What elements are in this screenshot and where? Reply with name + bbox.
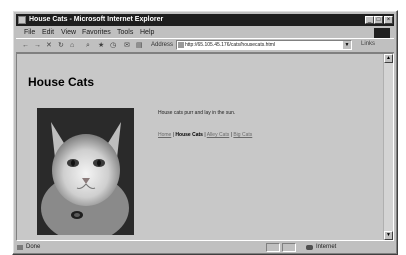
scroll-down-icon[interactable]: ▼ — [384, 231, 393, 240]
history-icon[interactable]: ◷ — [110, 41, 116, 50]
status-cell — [266, 243, 280, 252]
nav-link-home[interactable]: Home — [158, 132, 171, 138]
ie-logo-icon — [18, 16, 26, 24]
print-icon[interactable]: ▤ — [136, 41, 143, 50]
internet-zone-icon — [306, 245, 313, 250]
search-icon[interactable]: ⌕ — [86, 41, 90, 50]
status-text: Done — [26, 244, 41, 250]
menu-tools[interactable]: Tools — [117, 27, 133, 38]
nav-link-big-cats[interactable]: Big Cats — [233, 132, 252, 138]
address-url: http://65.105.45.176/cats/housecats.html — [185, 42, 276, 48]
maximize-button[interactable]: □ — [374, 16, 383, 24]
back-icon[interactable]: ← — [22, 41, 29, 50]
page-content: House Cats House cats purr and lay in th… — [16, 53, 394, 241]
menu-favorites[interactable]: Favorites — [82, 27, 111, 38]
nav-link-alley-cats[interactable]: Alley Cats — [207, 132, 230, 138]
status-cell — [282, 243, 296, 252]
site-nav: Home | House Cats | Alley Cats | Big Cat… — [158, 132, 252, 138]
close-button[interactable]: × — [384, 16, 393, 24]
window-title: House Cats - Microsoft Internet Explorer — [29, 16, 164, 23]
cat-photo — [37, 108, 134, 235]
vertical-scrollbar[interactable]: ▲ ▼ — [383, 54, 393, 240]
menu-view[interactable]: View — [61, 27, 76, 38]
page-done-icon — [17, 245, 23, 250]
chevron-down-icon[interactable]: ▼ — [343, 41, 351, 49]
menu-edit[interactable]: Edit — [42, 27, 54, 38]
ie-throbber-icon — [374, 28, 390, 38]
favorites-icon[interactable]: ★ — [98, 41, 104, 50]
toolbar: ← → ✕ ↻ ⌂ ⌕ ★ ◷ ✉ ▤ Address http://65.10… — [16, 38, 394, 53]
menu-help[interactable]: Help — [140, 27, 154, 38]
minimize-button[interactable]: _ — [365, 16, 374, 24]
forward-icon[interactable]: → — [34, 41, 41, 50]
page-title: House Cats — [28, 75, 95, 89]
address-field[interactable]: http://65.105.45.176/cats/housecats.html… — [176, 40, 352, 50]
menu-bar: File Edit View Favorites Tools Help — [16, 27, 394, 38]
page-description: House cats purr and lay in the sun. — [158, 110, 236, 116]
scroll-up-icon[interactable]: ▲ — [384, 54, 393, 63]
browser-window: House Cats - Microsoft Internet Explorer… — [12, 10, 398, 255]
title-bar[interactable]: House Cats - Microsoft Internet Explorer… — [16, 14, 394, 26]
links-button[interactable]: Links — [361, 41, 375, 47]
refresh-icon[interactable]: ↻ — [58, 41, 64, 50]
security-zone: Internet — [316, 244, 337, 250]
menu-file[interactable]: File — [24, 27, 35, 38]
stop-icon[interactable]: ✕ — [46, 41, 52, 50]
nav-current-page: House Cats — [175, 132, 203, 138]
home-icon[interactable]: ⌂ — [70, 41, 74, 50]
status-bar: Done Internet — [16, 242, 394, 253]
address-label: Address — [151, 42, 174, 48]
mail-icon[interactable]: ✉ — [124, 41, 130, 50]
page-icon — [178, 42, 184, 48]
